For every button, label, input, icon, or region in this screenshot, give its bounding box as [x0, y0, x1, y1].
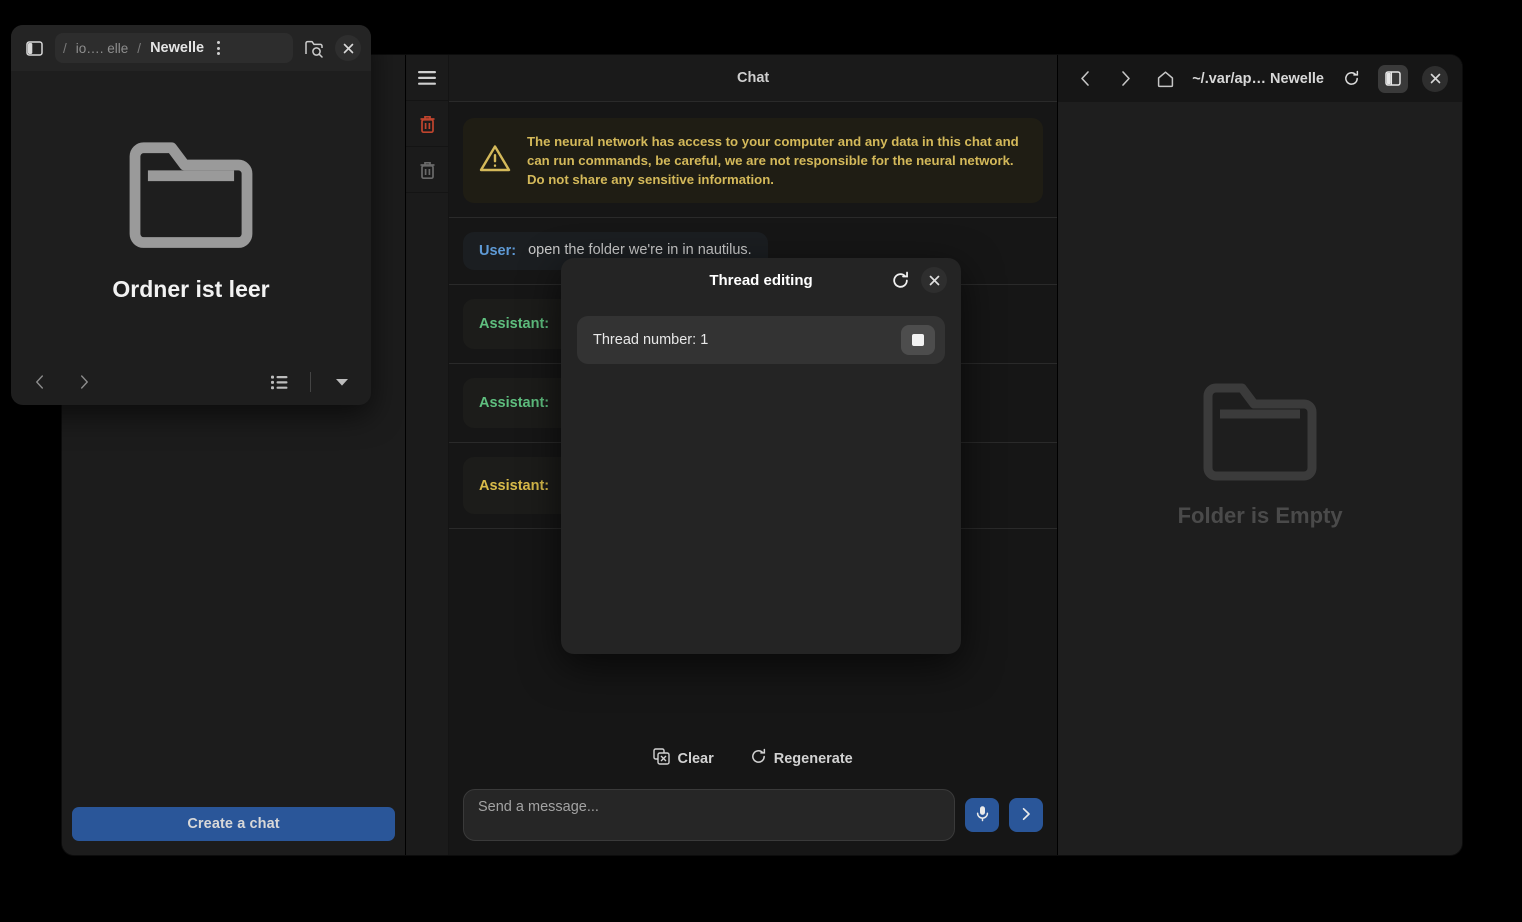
rail-spacer	[406, 193, 448, 855]
nautilus-header: / io…. elle / Newelle	[11, 25, 371, 71]
nautilus-close-button[interactable]	[335, 35, 361, 61]
hamburger-menu-button[interactable]	[406, 55, 448, 101]
message-role-label: User:	[479, 243, 517, 260]
breadcrumb-separator-1: /	[63, 40, 67, 56]
regenerate-icon	[750, 748, 767, 769]
file-browser-empty-state: Folder is Empty	[1058, 102, 1462, 855]
view-options-button[interactable]	[329, 369, 355, 395]
create-chat-button[interactable]: Create a chat	[72, 807, 396, 841]
overflow-menu-icon[interactable]	[213, 41, 221, 55]
dialog-header: Thread editing	[561, 258, 961, 302]
file-forward-button[interactable]	[1112, 66, 1138, 92]
warning-text: The neural network has access to your co…	[527, 134, 1019, 188]
message-input[interactable]	[463, 789, 956, 841]
nautilus-back-button[interactable]	[27, 369, 53, 395]
thread-row: Thread number: 1	[577, 316, 945, 364]
dialog-close-button[interactable]	[921, 267, 947, 293]
chat-title: Chat	[449, 55, 1058, 102]
dialog-title: Thread editing	[709, 271, 813, 289]
nautilus-search-folder-button[interactable]	[301, 35, 327, 61]
folder-icon-dim	[1200, 378, 1320, 487]
thread-editing-dialog: Thread editing Thread number: 1	[561, 258, 961, 654]
chat-list-footer: Create a chat	[62, 795, 405, 855]
regenerate-label: Regenerate	[773, 750, 853, 767]
breadcrumb-separator-2: /	[137, 40, 142, 56]
send-button[interactable]	[1009, 798, 1044, 832]
trash-icon-active	[418, 114, 437, 134]
nautilus-empty-label: Ordner ist leer	[112, 276, 270, 302]
thread-number-label: Thread number: 1	[593, 332, 709, 348]
trash-icon	[418, 160, 437, 180]
clear-icon	[653, 748, 671, 769]
microphone-icon	[975, 805, 990, 825]
file-browser-header: ~/.var/ap… Newelle	[1058, 55, 1462, 102]
dialog-body: Thread number: 1	[561, 302, 961, 378]
warning-icon	[479, 144, 511, 178]
breadcrumb[interactable]: / io…. elle / Newelle	[55, 33, 293, 63]
regenerate-button[interactable]: Regenerate	[750, 748, 853, 769]
delete-thread-button-active[interactable]	[406, 101, 448, 147]
file-home-button[interactable]	[1152, 66, 1178, 92]
file-reload-button[interactable]	[1338, 66, 1364, 92]
nautilus-window: / io…. elle / Newelle Ordner ist leer	[11, 25, 371, 405]
clear-button[interactable]: Clear	[653, 748, 714, 769]
message-role-label: Assistant:	[479, 477, 550, 494]
message-role-label: Assistant:	[479, 315, 550, 332]
file-browser-pane: ~/.var/ap… Newelle Folder is Empty	[1058, 55, 1462, 855]
message-composer	[449, 781, 1057, 855]
list-view-button[interactable]	[266, 369, 292, 395]
file-path-label: ~/.var/ap… Newelle	[1192, 70, 1324, 87]
message-role-label: Assistant:	[479, 394, 550, 411]
hamburger-menu-icon	[418, 70, 437, 85]
footer-divider	[310, 372, 311, 392]
breadcrumb-parent[interactable]: io…. elle	[76, 41, 129, 56]
file-sidebar-toggle-button[interactable]	[1378, 64, 1408, 93]
warning-box: The neural network has access to your co…	[463, 118, 1044, 204]
clear-label: Clear	[677, 750, 714, 767]
stop-thread-button[interactable]	[901, 325, 935, 355]
breadcrumb-current[interactable]: Newelle	[150, 40, 204, 56]
chat-action-bar: Clear Regenerate	[449, 738, 1057, 781]
send-chevron-icon	[1019, 807, 1033, 824]
file-browser-empty-label: Folder is Empty	[1177, 503, 1343, 528]
warning-banner: The neural network has access to your co…	[449, 102, 1058, 219]
dialog-reload-button[interactable]	[887, 267, 913, 293]
nautilus-footer	[11, 359, 371, 405]
nautilus-forward-button[interactable]	[71, 369, 97, 395]
delete-button[interactable]	[406, 147, 448, 193]
folder-icon	[126, 137, 256, 254]
stop-icon	[912, 334, 924, 346]
nautilus-empty-state: Ordner ist leer	[11, 71, 371, 359]
file-close-button[interactable]	[1422, 65, 1448, 92]
nautilus-sidebar-toggle-button[interactable]	[21, 35, 47, 61]
tool-rail	[406, 55, 449, 855]
microphone-button[interactable]	[965, 798, 1000, 832]
file-back-button[interactable]	[1072, 66, 1098, 92]
